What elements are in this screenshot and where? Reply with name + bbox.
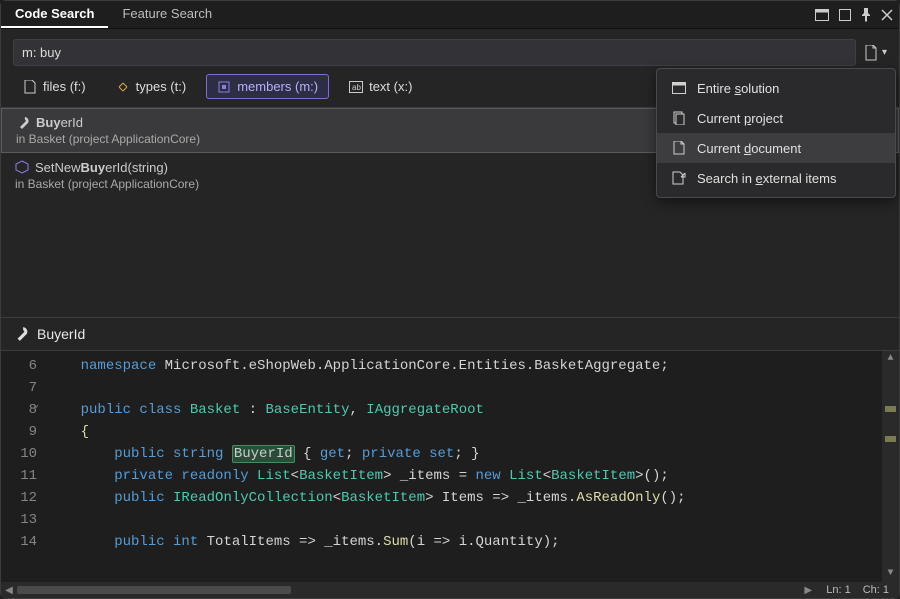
filter-text-label: text (x:) — [369, 79, 412, 94]
window-layout-icon[interactable] — [815, 9, 829, 21]
tab-code-search[interactable]: Code Search — [1, 1, 108, 28]
scope-entire-solution[interactable]: Entire solution — [657, 73, 895, 103]
text-icon: ab — [349, 80, 363, 94]
scope-menu: Entire solution Current project Current … — [656, 68, 896, 198]
wrench-icon — [13, 326, 29, 342]
scrollbar-thumb[interactable] — [17, 586, 291, 594]
scroll-left-icon[interactable]: ◀ — [1, 585, 17, 596]
search-input[interactable] — [13, 39, 856, 66]
filter-types[interactable]: types (t:) — [106, 75, 197, 98]
scroll-down-icon[interactable]: ▼ — [882, 566, 899, 582]
result-name: SetNewBuyerId(string) — [35, 160, 168, 175]
line-gutter: 6 7 8 9 10 11 12 13 14 — [1, 351, 47, 582]
document-icon — [671, 140, 687, 156]
project-icon — [671, 110, 687, 126]
code-search-window: Code Search Feature Search ▾ files (f:) … — [0, 0, 900, 599]
method-icon — [15, 160, 29, 174]
window-pin-icon[interactable] — [861, 8, 871, 22]
filter-files[interactable]: files (f:) — [13, 75, 96, 98]
filter-files-label: files (f:) — [43, 79, 86, 94]
title-bar: Code Search Feature Search — [1, 1, 899, 29]
wrench-icon — [16, 116, 30, 130]
scope-document-icon[interactable] — [864, 45, 878, 61]
tab-feature-search[interactable]: Feature Search — [108, 1, 226, 28]
cursor-position: Ln: 1Ch: 1 — [816, 584, 899, 596]
horizontal-scrollbar[interactable]: ◀ ▶ Ln: 1Ch: 1 — [1, 582, 899, 598]
vertical-scrollbar[interactable]: ▲ ▼ — [882, 351, 899, 582]
scope-current-project[interactable]: Current project — [657, 103, 895, 133]
scope-label: Current document — [697, 141, 801, 156]
scope-label: Search in external items — [697, 171, 836, 186]
scope-dropdown-caret-icon[interactable]: ▾ — [882, 47, 887, 58]
code-editor[interactable]: 6 7 8 9 10 11 12 13 14 ⌄ namespace Micro… — [1, 351, 899, 582]
scope-current-document[interactable]: Current document — [657, 133, 895, 163]
scope-label: Entire solution — [697, 81, 779, 96]
preview-pane: BuyerId 6 7 8 9 10 11 12 13 14 ⌄ namespa… — [1, 317, 899, 598]
filter-members-label: members (m:) — [237, 79, 318, 94]
scroll-right-icon[interactable]: ▶ — [800, 585, 816, 596]
solution-icon — [671, 80, 687, 96]
fold-chevron-icon[interactable]: ⌄ — [33, 399, 39, 411]
svg-text:ab: ab — [352, 83, 361, 92]
code-content[interactable]: ⌄ namespace Microsoft.eShopWeb.Applicati… — [47, 351, 882, 582]
members-icon — [217, 80, 231, 94]
filter-text[interactable]: ab text (x:) — [339, 75, 422, 98]
filter-types-label: types (t:) — [136, 79, 187, 94]
scope-label: Current project — [697, 111, 783, 126]
preview-header: BuyerId — [1, 318, 899, 351]
result-name: BuyerId — [36, 115, 83, 130]
types-icon — [116, 80, 130, 94]
filter-members[interactable]: members (m:) — [206, 74, 329, 99]
external-icon — [671, 170, 687, 186]
window-dock-icon[interactable] — [839, 9, 851, 21]
preview-title: BuyerId — [37, 326, 85, 342]
window-close-icon[interactable] — [881, 9, 893, 21]
file-icon — [23, 80, 37, 94]
scope-external-items[interactable]: Search in external items — [657, 163, 895, 193]
scroll-up-icon[interactable]: ▲ — [882, 351, 899, 367]
